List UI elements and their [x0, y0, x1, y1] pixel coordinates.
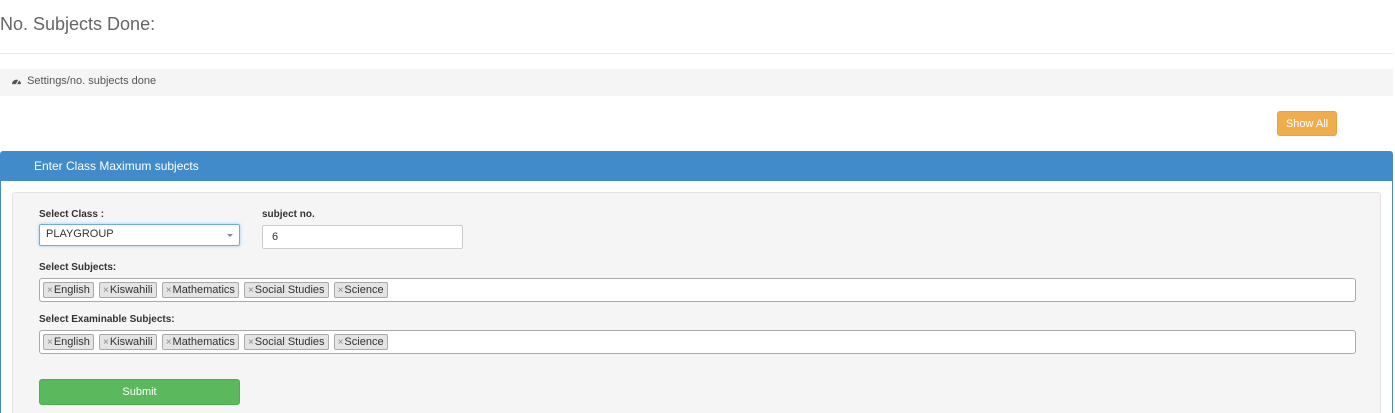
class-label: Select Class :	[39, 209, 105, 220]
examinable-multiselect[interactable]: ×English ×Kiswahili ×Mathematics ×Social…	[39, 330, 1356, 354]
subject-tag: ×English	[43, 282, 94, 298]
remove-icon[interactable]: ×	[47, 285, 53, 296]
remove-icon[interactable]: ×	[103, 337, 109, 348]
remove-icon[interactable]: ×	[248, 337, 254, 348]
subject-tag: ×Science	[333, 282, 388, 298]
remove-icon[interactable]: ×	[338, 285, 344, 296]
page-title: No. Subjects Done:	[0, 14, 156, 34]
subject-tag: ×Social Studies	[243, 282, 329, 298]
subject-tag: ×Kiswahili	[98, 282, 157, 298]
subject-no-input[interactable]	[262, 225, 463, 249]
class-subjects-panel: Enter Class Maximum subjects Select Clas…	[0, 151, 1393, 413]
subjects-label: Select Subjects:	[39, 262, 117, 273]
class-select[interactable]: PLAYGROUP	[39, 224, 240, 246]
subjects-multiselect[interactable]: ×English ×Kiswahili ×Mathematics ×Social…	[39, 278, 1356, 302]
subject-tag: ×Mathematics	[161, 282, 239, 298]
show-all-button[interactable]: Show All	[1277, 111, 1337, 136]
breadcrumb: Settings/no. subjects done	[0, 69, 1393, 96]
chevron-down-icon	[227, 234, 233, 237]
class-select-value: PLAYGROUP	[46, 228, 114, 240]
breadcrumb-text[interactable]: Settings/no. subjects done	[27, 75, 156, 87]
examinable-label: Select Examinable Subjects:	[39, 314, 175, 325]
title-divider	[0, 53, 1393, 54]
remove-icon[interactable]: ×	[47, 337, 53, 348]
examinable-tag: ×Kiswahili	[98, 334, 157, 350]
submit-button[interactable]: Submit	[39, 379, 240, 405]
remove-icon[interactable]: ×	[166, 285, 172, 296]
examinable-tag: ×Mathematics	[161, 334, 239, 350]
examinable-tag: ×English	[43, 334, 94, 350]
form-well: Select Class : PLAYGROUP subject no. Sel…	[12, 192, 1381, 413]
dashboard-icon	[12, 79, 21, 85]
remove-icon[interactable]: ×	[338, 337, 344, 348]
remove-icon[interactable]: ×	[103, 285, 109, 296]
remove-icon[interactable]: ×	[166, 337, 172, 348]
examinable-tag: ×Social Studies	[243, 334, 329, 350]
remove-icon[interactable]: ×	[248, 285, 254, 296]
subject-no-label: subject no.	[262, 209, 315, 220]
examinable-tag: ×Science	[333, 334, 388, 350]
panel-heading: Enter Class Maximum subjects	[1, 152, 1392, 181]
